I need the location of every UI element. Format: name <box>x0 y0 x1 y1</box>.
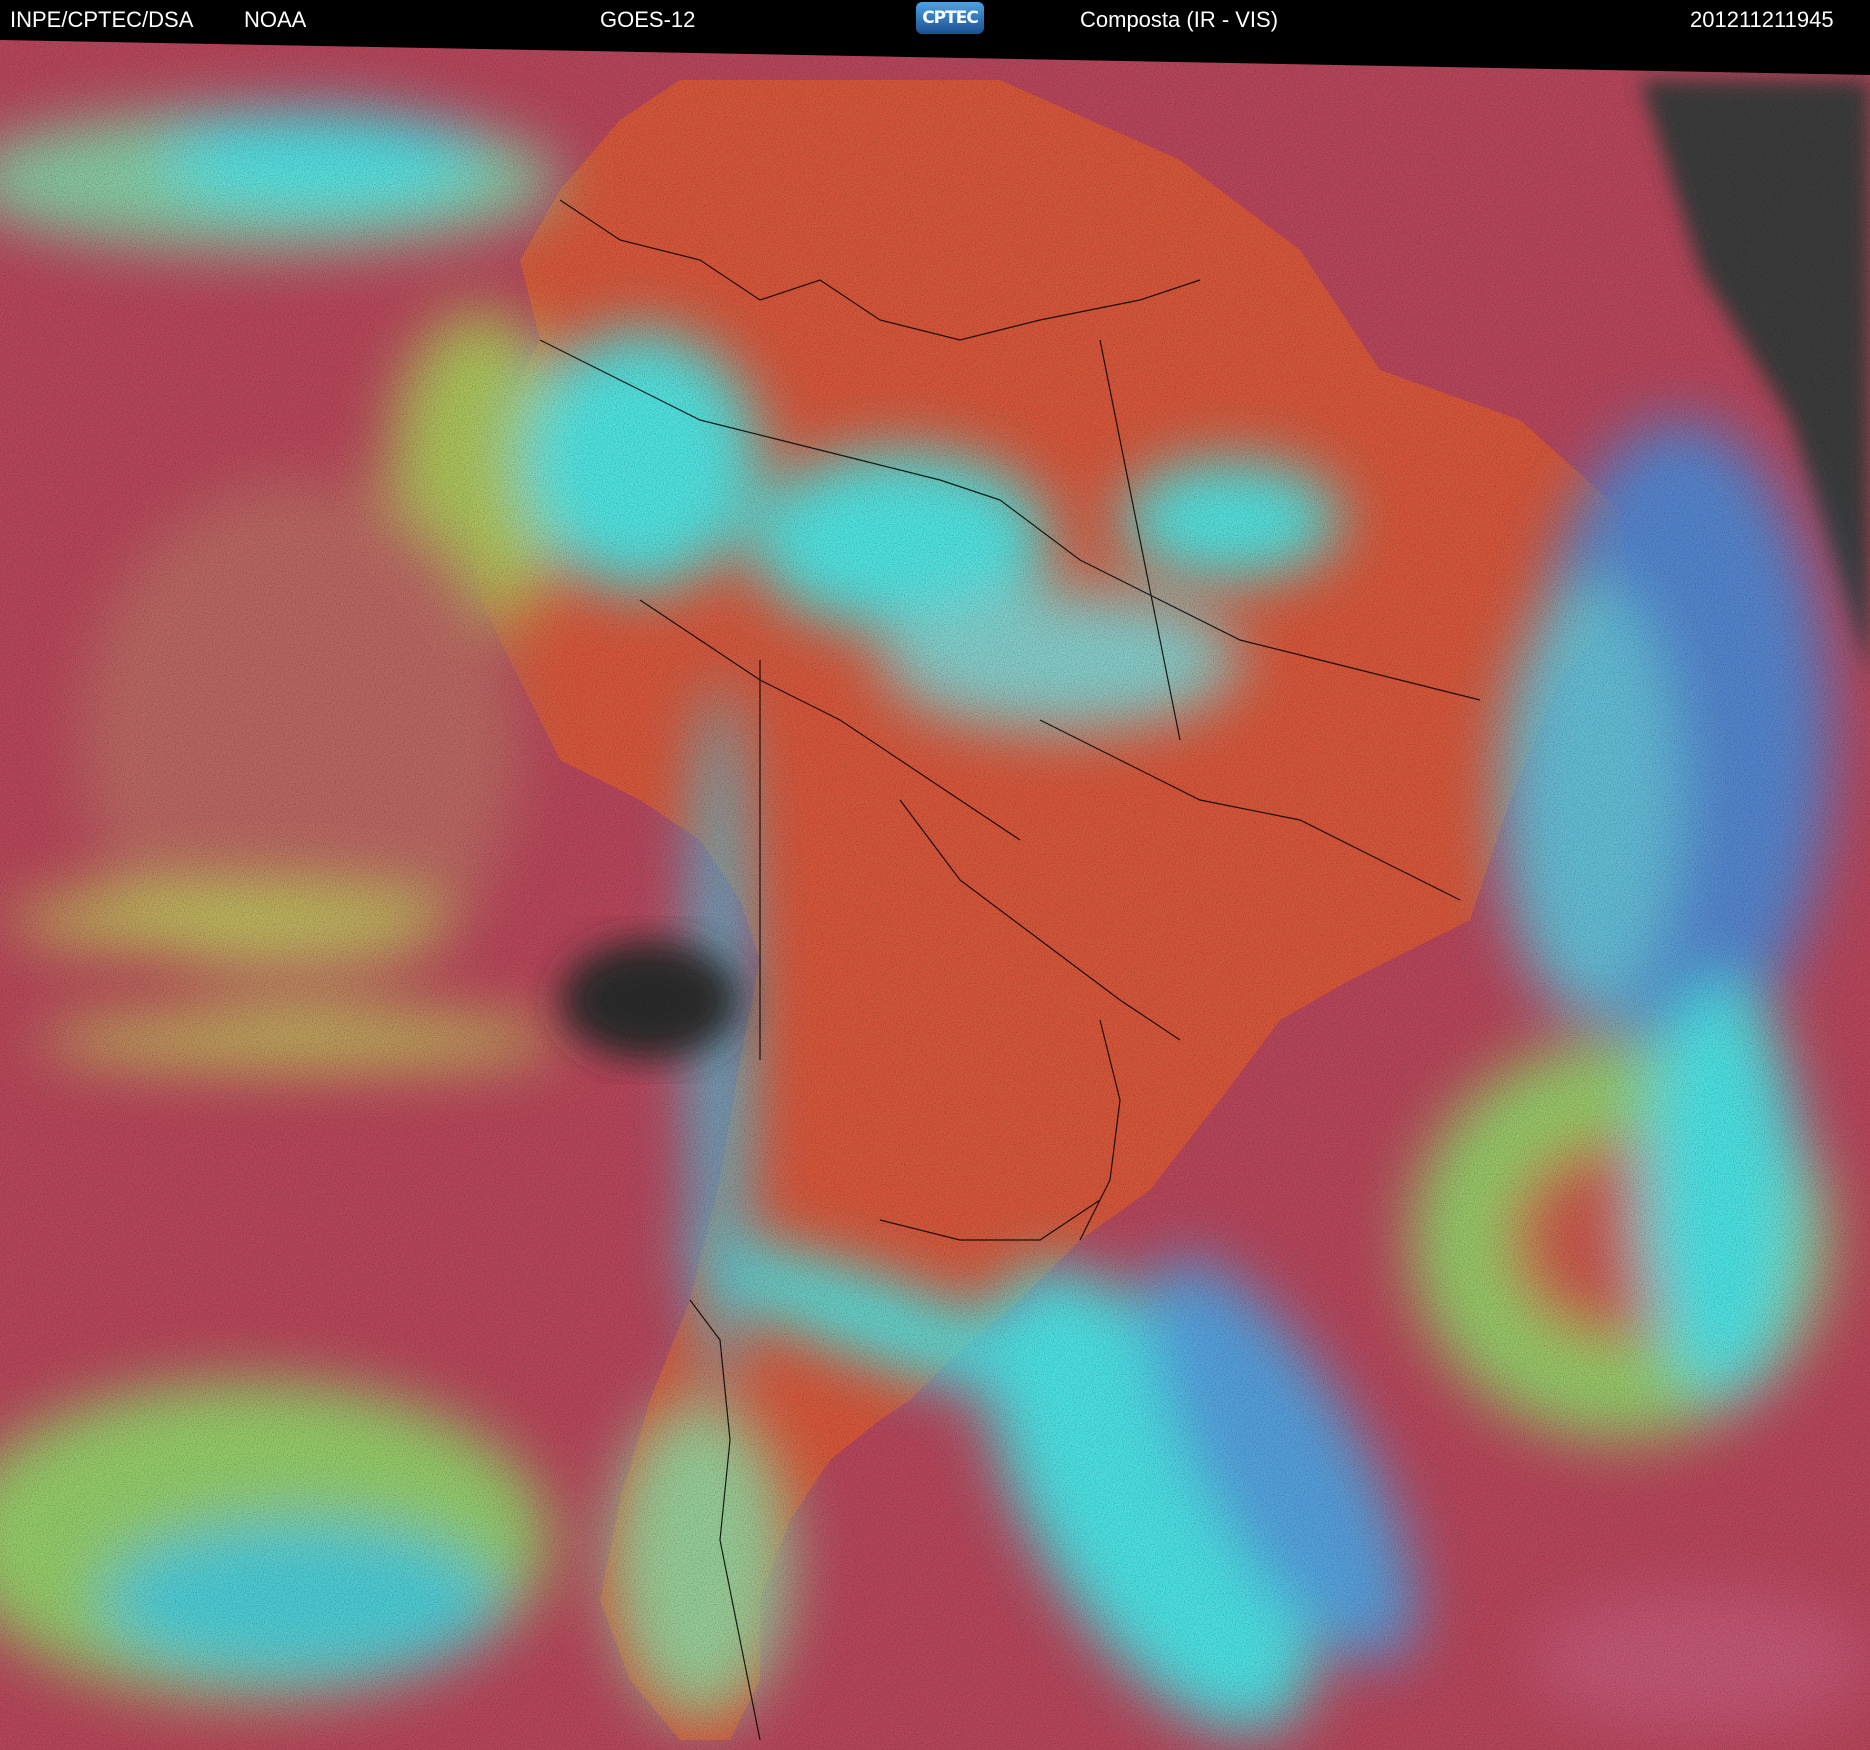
product-label: Composta (IR - VIS) <box>1080 7 1279 32</box>
cloud-texture <box>0 40 1870 1750</box>
image-header-bar: INPE/CPTEC/DSA NOAA GOES-12 CPTEC Compos… <box>0 0 1870 40</box>
agency-label: NOAA <box>244 7 307 32</box>
satellite-composite-image <box>0 40 1870 1750</box>
cptec-logo: CPTEC <box>916 2 984 34</box>
satellite-label: GOES-12 <box>600 7 696 32</box>
timestamp-label: 201211211945 <box>1690 7 1834 32</box>
organization-label: INPE/CPTEC/DSA <box>10 7 194 32</box>
